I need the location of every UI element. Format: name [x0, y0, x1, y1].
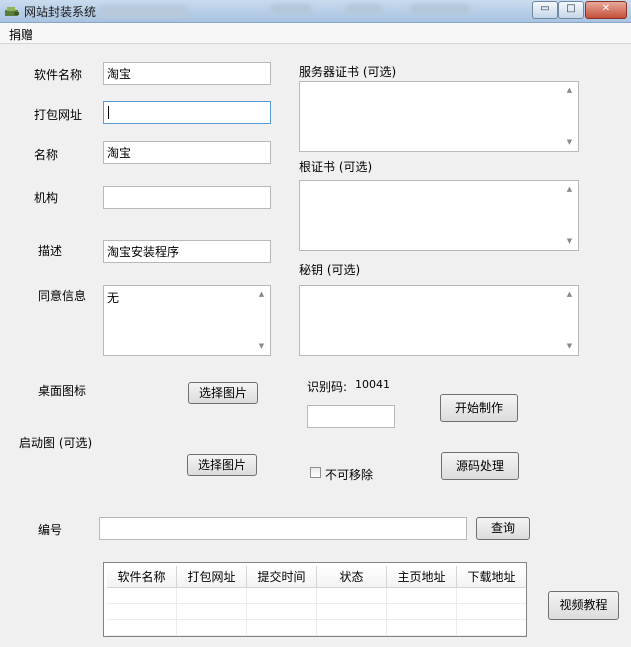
results-table[interactable]: 软件名称 打包网址 提交时间 状态 主页地址 下载地址 — [103, 562, 527, 637]
video-tutorial-button[interactable]: 视频教程 — [548, 591, 619, 620]
menu-bar: 捐赠 — [0, 23, 631, 44]
root-cert-label: 根证书 (可选) — [299, 160, 373, 174]
window-title: 网站封装系统 — [24, 5, 97, 19]
column-header[interactable]: 打包网址 — [177, 566, 247, 588]
package-url-label: 打包网址 — [34, 108, 83, 122]
source-process-button[interactable]: 源码处理 — [441, 452, 519, 480]
id-number-label: 编号 — [38, 523, 63, 537]
column-header[interactable]: 主页地址 — [387, 566, 457, 588]
description-label: 描述 — [38, 244, 63, 258]
scroll-down-icon[interactable]: ▼ — [253, 339, 270, 354]
app-icon — [5, 7, 19, 16]
root-cert-scrollbar[interactable]: ▲ ▼ — [561, 181, 578, 250]
title-redaction — [98, 5, 188, 17]
id-number-input[interactable] — [100, 518, 466, 539]
id-code-field[interactable] — [307, 405, 395, 428]
column-header[interactable]: 提交时间 — [247, 566, 317, 588]
text-caret — [108, 106, 109, 119]
secret-key-label: 秘钥 (可选) — [299, 263, 361, 277]
start-build-button[interactable]: 开始制作 — [440, 394, 518, 422]
id-code-input[interactable] — [308, 406, 394, 427]
server-cert-textarea[interactable]: ▲ ▼ — [299, 81, 579, 152]
software-name-label: 软件名称 — [34, 68, 83, 82]
name-input[interactable] — [104, 142, 270, 163]
not-removable-checkbox[interactable] — [310, 467, 321, 478]
desktop-icon-label: 桌面图标 — [38, 384, 87, 398]
table-row — [107, 588, 526, 604]
secret-key-textarea[interactable]: ▲ ▼ — [299, 285, 579, 356]
title-redaction — [410, 4, 470, 14]
scroll-up-icon[interactable]: ▲ — [561, 83, 578, 98]
close-button[interactable]: ✕ — [585, 1, 627, 19]
minimize-button[interactable]: ▭ — [532, 1, 558, 19]
description-input[interactable] — [104, 241, 270, 262]
title-redaction — [270, 4, 312, 14]
id-code-label: 识别码: — [307, 380, 348, 394]
package-url-input[interactable] — [104, 102, 270, 123]
secret-key-scrollbar[interactable]: ▲ ▼ — [561, 286, 578, 355]
scroll-up-icon[interactable]: ▲ — [561, 182, 578, 197]
select-desktop-icon-button[interactable]: 选择图片 — [188, 382, 258, 404]
id-code-value: 10041 — [355, 378, 390, 391]
scroll-up-icon[interactable]: ▲ — [561, 287, 578, 302]
organization-input[interactable] — [104, 187, 270, 208]
root-cert-textarea[interactable]: ▲ ▼ — [299, 180, 579, 251]
select-splash-button[interactable]: 选择图片 — [187, 454, 257, 476]
consent-textarea[interactable]: 无 ▲ ▼ — [103, 285, 271, 356]
scroll-down-icon[interactable]: ▼ — [561, 135, 578, 150]
organization-label: 机构 — [34, 191, 59, 205]
table-header: 软件名称 打包网址 提交时间 状态 主页地址 下载地址 — [107, 566, 526, 588]
column-header[interactable]: 软件名称 — [107, 566, 177, 588]
splash-label: 启动图 (可选) — [19, 436, 93, 450]
consent-scrollbar[interactable]: ▲ ▼ — [253, 286, 270, 355]
column-header[interactable]: 状态 — [317, 566, 387, 588]
scroll-down-icon[interactable]: ▼ — [561, 234, 578, 249]
id-number-field[interactable] — [99, 517, 467, 540]
query-button[interactable]: 查询 — [476, 517, 530, 540]
description-field[interactable] — [103, 240, 271, 263]
consent-label: 同意信息 — [38, 289, 87, 303]
organization-field[interactable] — [103, 186, 271, 209]
name-field[interactable] — [103, 141, 271, 164]
consent-text: 无 — [107, 291, 120, 305]
name-label: 名称 — [34, 148, 59, 162]
menu-item-donate[interactable]: 捐赠 — [9, 26, 33, 43]
scroll-down-icon[interactable]: ▼ — [561, 339, 578, 354]
software-name-field[interactable] — [103, 62, 271, 85]
server-cert-scrollbar[interactable]: ▲ ▼ — [561, 82, 578, 151]
scroll-up-icon[interactable]: ▲ — [253, 287, 270, 302]
software-name-input[interactable] — [104, 63, 270, 84]
package-url-field[interactable] — [103, 101, 271, 124]
column-header[interactable]: 下载地址 — [457, 566, 526, 588]
server-cert-label: 服务器证书 (可选) — [299, 65, 397, 79]
title-bar[interactable]: 网站封装系统 ▭ □ ✕ — [0, 0, 631, 23]
table-row — [107, 620, 526, 636]
maximize-button[interactable]: □ — [558, 1, 584, 19]
not-removable-label: 不可移除 — [325, 468, 374, 482]
title-redaction — [345, 4, 383, 14]
table-row — [107, 604, 526, 620]
